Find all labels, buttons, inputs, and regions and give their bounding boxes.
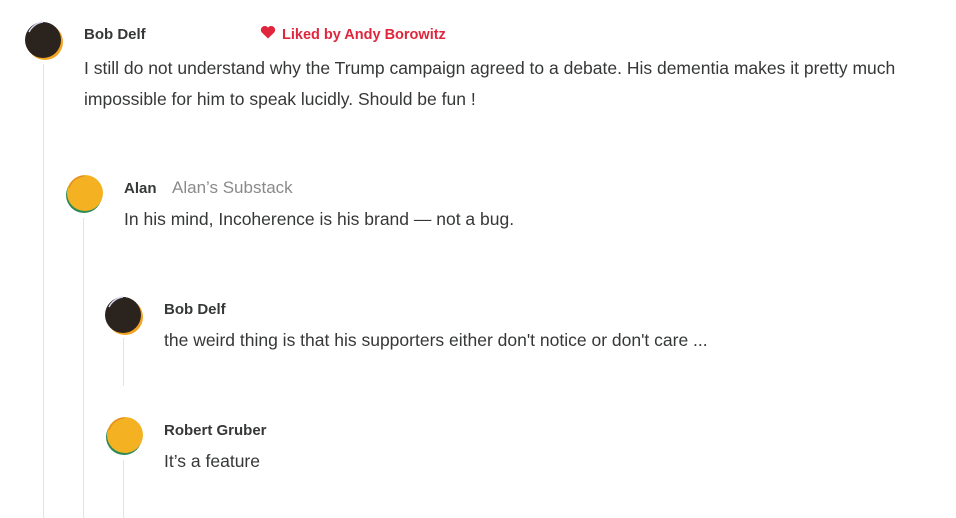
liked-by-label: Liked by Andy Borowitz xyxy=(282,27,446,43)
avatar[interactable] xyxy=(104,295,144,335)
yellow-avatar-icon xyxy=(66,175,103,213)
publication-link[interactable]: Alan’s Substack xyxy=(172,178,293,198)
comment-body: In his mind, Incoherence is his brand — … xyxy=(124,209,515,229)
yellow-avatar-icon xyxy=(106,417,143,455)
comment-author[interactable]: Alan xyxy=(124,180,157,197)
avatar[interactable] xyxy=(64,174,104,214)
heart-icon xyxy=(260,25,276,39)
dark-avatar-icon xyxy=(105,296,143,335)
thread-line-level-2 xyxy=(83,218,84,518)
comment-body: It’s a feature xyxy=(164,451,260,471)
avatar[interactable] xyxy=(24,20,64,60)
comment-author[interactable]: Bob Delf xyxy=(84,26,146,43)
thread-line-level-3a xyxy=(123,338,124,386)
comment-author[interactable]: Robert Gruber xyxy=(164,422,267,439)
comment-body: the weird thing is that his supporters e… xyxy=(164,330,708,350)
comment-body: I still do not understand why the Trump … xyxy=(84,58,896,109)
thread-line-level-3b xyxy=(123,460,124,518)
avatar[interactable] xyxy=(104,416,144,456)
dark-avatar-icon xyxy=(25,21,63,60)
comment-author[interactable]: Bob Delf xyxy=(164,301,226,318)
thread-line-level-1 xyxy=(43,64,44,518)
